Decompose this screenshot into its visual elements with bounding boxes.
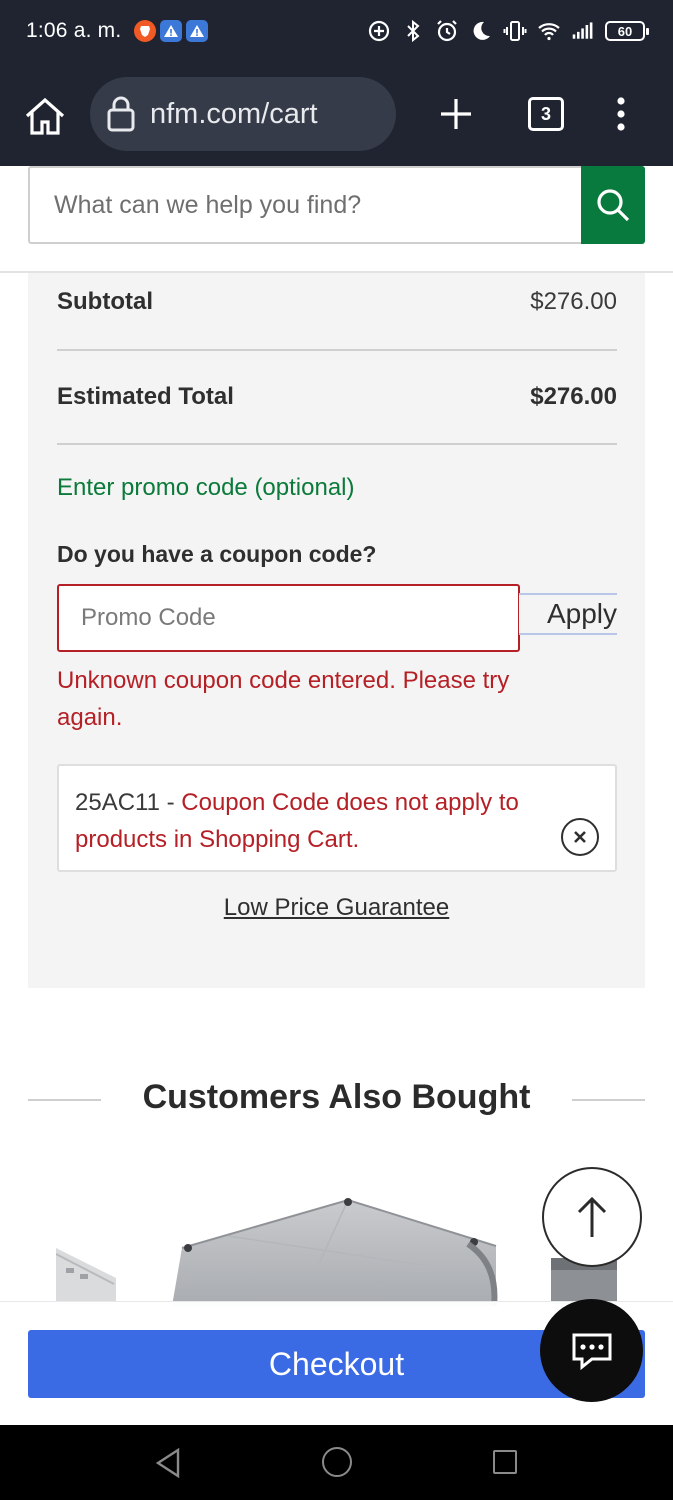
divider bbox=[57, 443, 617, 445]
remove-coupon-button[interactable] bbox=[561, 818, 599, 856]
arrow-up-icon bbox=[577, 1196, 607, 1237]
promo-code-toggle-link[interactable]: Enter promo code (optional) bbox=[57, 474, 355, 502]
chat-button[interactable] bbox=[540, 1299, 643, 1402]
search-icon bbox=[597, 189, 630, 222]
subtotal-value: $276.00 bbox=[530, 288, 617, 315]
divider bbox=[57, 349, 617, 351]
wifi-icon bbox=[538, 23, 560, 41]
order-summary: Subtotal $276.00 Estimated Total $276.00… bbox=[28, 273, 645, 988]
site-search bbox=[0, 166, 673, 273]
system-icons: 60 bbox=[367, 18, 649, 44]
chat-icon bbox=[572, 1333, 611, 1370]
notification-icons bbox=[134, 20, 208, 42]
notice-separator: - bbox=[159, 789, 182, 816]
tab-switcher-button[interactable]: 3 bbox=[528, 97, 564, 131]
battery-icon: 60 bbox=[605, 21, 649, 41]
estimated-total-row: Estimated Total $276.00 bbox=[57, 383, 617, 411]
back-icon[interactable] bbox=[154, 1447, 182, 1479]
search-button[interactable] bbox=[581, 166, 645, 244]
section-divider-right bbox=[572, 1099, 645, 1101]
status-time: 1:06 a. m. bbox=[26, 19, 122, 42]
warning-icon bbox=[186, 20, 208, 42]
warning-icon bbox=[160, 20, 182, 42]
apply-coupon-button[interactable]: Apply bbox=[519, 593, 617, 635]
subtotal-row: Subtotal $276.00 bbox=[57, 288, 617, 316]
close-icon bbox=[574, 831, 586, 843]
browser-toolbar: nfm.com/cart 3 bbox=[0, 64, 673, 166]
product-image[interactable] bbox=[56, 1248, 120, 1304]
more-menu-icon[interactable] bbox=[606, 94, 636, 134]
scroll-to-top-button[interactable] bbox=[542, 1167, 642, 1267]
recents-icon[interactable] bbox=[493, 1450, 517, 1474]
home-nav-icon[interactable] bbox=[322, 1447, 352, 1477]
alarm-icon bbox=[437, 20, 457, 42]
estimated-total-value: $276.00 bbox=[530, 383, 617, 410]
vibrate-icon bbox=[503, 21, 527, 41]
address-bar[interactable]: nfm.com/cart bbox=[90, 77, 396, 151]
lock-icon bbox=[107, 96, 135, 132]
new-tab-icon[interactable] bbox=[436, 94, 476, 134]
coupon-notice: 25AC11 - Coupon Code does not apply to p… bbox=[57, 764, 617, 872]
url-text: nfm.com/cart bbox=[150, 97, 318, 130]
bluetooth-icon bbox=[407, 19, 420, 43]
moon-icon bbox=[473, 21, 490, 40]
promo-code-input[interactable] bbox=[57, 584, 520, 652]
coupon-code: 25AC11 bbox=[75, 789, 160, 816]
low-price-guarantee-link[interactable]: Low Price Guarantee bbox=[28, 894, 645, 922]
coupon-error-message: Unknown coupon code entered. Please try … bbox=[57, 667, 510, 731]
search-input[interactable] bbox=[28, 166, 584, 244]
subtotal-label: Subtotal bbox=[57, 288, 153, 315]
estimated-total-label: Estimated Total bbox=[57, 383, 234, 410]
system-navigation-bar bbox=[0, 1425, 673, 1500]
coupon-question-label: Do you have a coupon code? bbox=[57, 541, 377, 567]
data-saver-icon bbox=[368, 20, 390, 42]
home-icon[interactable] bbox=[22, 94, 68, 138]
signal-icon bbox=[572, 22, 593, 39]
customers-also-bought-title: Customers Also Bought bbox=[142, 1078, 531, 1116]
page: 1:06 a. m. 60 nfm.com/cart 3 What can we… bbox=[0, 0, 673, 1500]
product-image[interactable] bbox=[168, 1196, 504, 1306]
status-bar: 1:06 a. m. 60 bbox=[0, 0, 673, 64]
brave-browser-icon bbox=[134, 20, 156, 42]
